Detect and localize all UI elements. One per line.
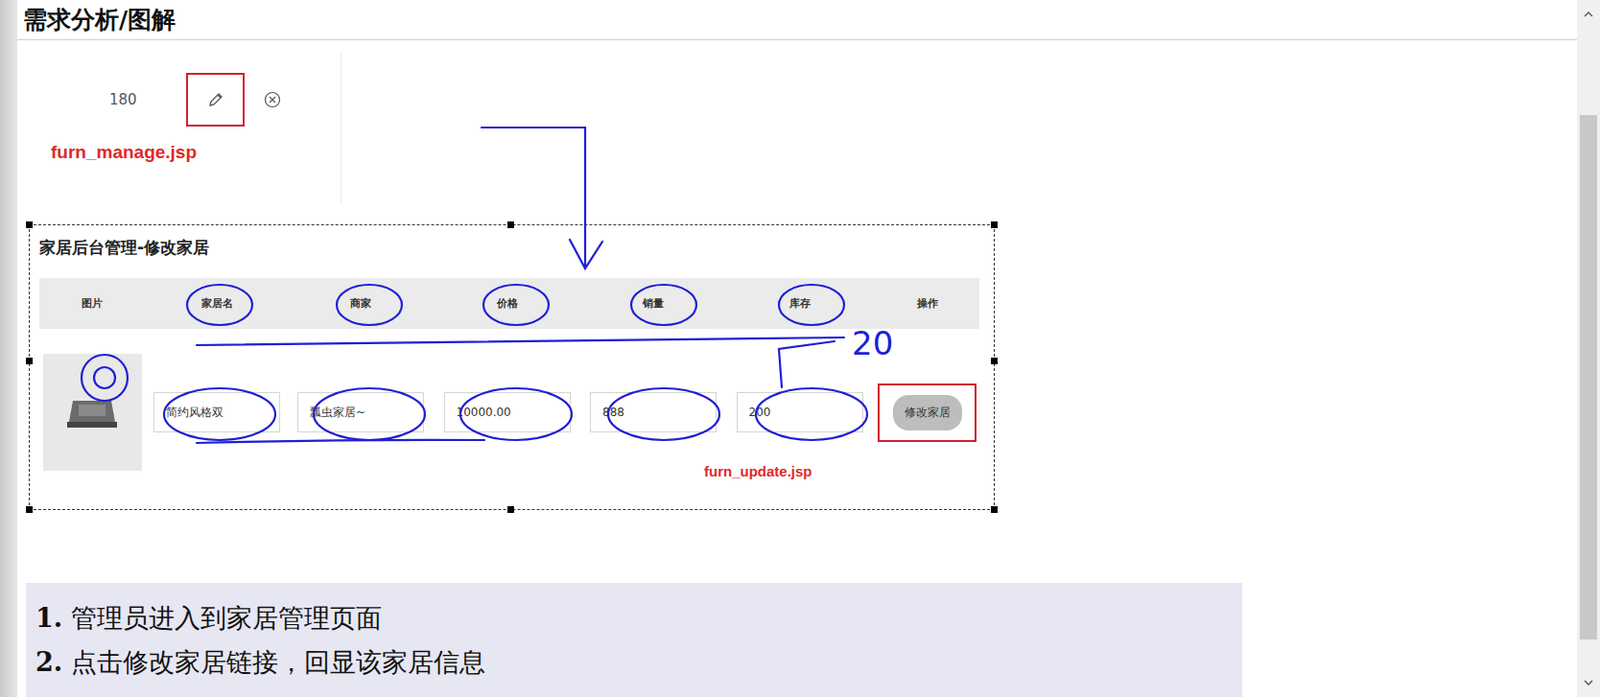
column-header: 库存 (725, 296, 874, 311)
header-circle (187, 284, 253, 326)
column-header: 销量 (581, 296, 726, 311)
step-text: 点击修改家居链接，回显该家居信息 (70, 647, 486, 678)
field-cell (725, 392, 874, 433)
field-cell (288, 392, 433, 433)
steps-box: 1. 管理员进入到家居管理页面2. 点击修改家居链接，回显该家居信息 (25, 583, 1243, 697)
selection-handle (25, 221, 33, 229)
header-circle (483, 284, 549, 326)
header-circle (631, 284, 697, 326)
field-cell (144, 392, 289, 433)
step-item: 2. 点击修改家居链接，回显该家居信息 (35, 640, 1243, 685)
selection-handle (507, 221, 515, 229)
action-cell: 修改家居 (873, 383, 981, 443)
link-stroke (778, 341, 835, 388)
selection-handle (990, 221, 998, 229)
underline (196, 337, 845, 346)
text-field[interactable] (736, 392, 864, 433)
column-header: 图片 (39, 296, 145, 311)
header-circle (778, 284, 845, 326)
table-header: 图片家居名商家价格销量库存操作 (39, 278, 980, 330)
hand-annotations: 20 (0, 0, 1600, 697)
image-circle (81, 354, 128, 401)
column-header: 操作 (873, 296, 981, 311)
annotation-number: 20 (851, 324, 894, 363)
text-field[interactable] (153, 392, 281, 433)
arrow-line (481, 127, 586, 267)
button-highlight: 修改家居 (877, 383, 977, 443)
field-cell (581, 392, 726, 433)
document-body: 需求分析/图解 180 furn_manage.jsp 家居后台管理-修改家居图片家居… (17, 0, 1577, 697)
furniture-icon (63, 393, 121, 432)
scroll-track (1576, 19, 1600, 679)
update-page-snippet: 家居后台管理-修改家居图片家居名商家价格销量库存操作修改家居 furn_updat… (28, 224, 995, 511)
manage-page-label: furn_manage.jsp (50, 141, 341, 164)
image-circle (94, 367, 116, 389)
edit-button[interactable] (186, 72, 245, 127)
step-item: 1. 管理员进入到家居管理页面 (35, 596, 1243, 641)
update-title: 家居后台管理-修改家居 (39, 236, 980, 264)
selection-handle (990, 506, 998, 514)
underline (196, 440, 485, 444)
field-circle (755, 388, 868, 441)
step-number: 2. (35, 647, 63, 678)
document-page: 需求分析/图解 180 furn_manage.jsp 家居后台管理-修改家居图片家居… (0, 0, 1600, 697)
left-edge (0, 0, 18, 697)
image-cell (39, 353, 145, 471)
scroll-thumb[interactable] (1579, 115, 1598, 640)
field-circle (313, 388, 425, 441)
scroll-up-icon[interactable] (1582, 9, 1595, 20)
selection-handle (990, 357, 998, 365)
scrollbar[interactable] (1576, 0, 1600, 697)
manage-snippet: 180 furn_manage.jsp (46, 51, 342, 206)
field-circle (608, 388, 720, 441)
column-header: 价格 (432, 296, 582, 311)
delete-circle-icon[interactable] (263, 91, 282, 109)
text-field[interactable] (589, 392, 717, 433)
pencil-icon (206, 90, 226, 110)
field-circle (460, 388, 572, 441)
content: 180 furn_manage.jsp 家居后台管理-修改家居图片家居名商家价格销量… (17, 40, 1577, 697)
furniture-image (43, 353, 142, 471)
section-heading: 需求分析/图解 (17, 0, 1577, 41)
text-field[interactable] (444, 392, 571, 433)
column-header: 商家 (288, 296, 433, 311)
stock-cell: 180 (109, 91, 187, 109)
update-button[interactable]: 修改家居 (893, 395, 963, 431)
manage-row: 180 (46, 51, 341, 127)
step-text: 管理员进入到家居管理页面 (70, 603, 382, 634)
arrow-head (569, 239, 603, 269)
column-header: 家居名 (144, 296, 289, 311)
scroll-down-icon[interactable] (1582, 678, 1595, 688)
selection-handle (25, 506, 33, 514)
update-page-label: furn_update.jsp (704, 463, 813, 480)
field-cell (432, 392, 582, 433)
text-field[interactable] (297, 392, 424, 433)
selection-handle (507, 506, 515, 514)
step-number: 1. (35, 603, 63, 634)
selection-handle (25, 357, 33, 365)
header-circle (336, 284, 402, 326)
field-circle (164, 388, 276, 441)
table-row: 修改家居 (39, 353, 980, 471)
